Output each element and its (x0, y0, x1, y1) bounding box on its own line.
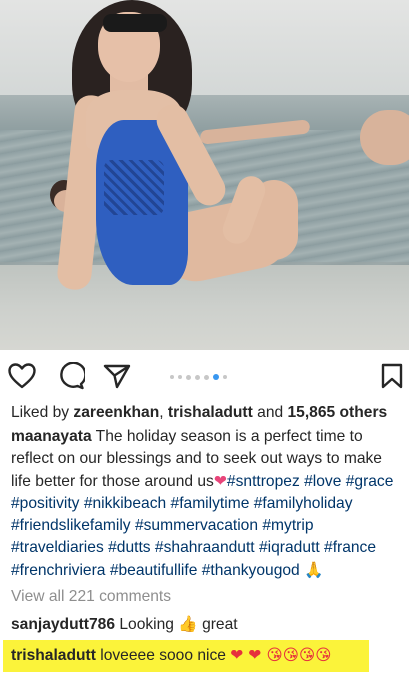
comment-username[interactable]: trishaladutt (11, 647, 96, 664)
carousel-dot (223, 375, 227, 379)
hashtag-link[interactable]: #nikkibeach (84, 495, 166, 512)
hashtag-link[interactable]: #familyholiday (254, 495, 353, 512)
comment-username[interactable]: sanjaydutt786 (11, 616, 115, 633)
hashtag-link[interactable]: #grace (346, 473, 394, 490)
hashtag-link[interactable]: #dutts (108, 539, 150, 556)
carousel-dot (178, 375, 182, 379)
likes-separator: , (159, 404, 168, 421)
post-caption: maanayata The holiday season is a perfec… (11, 426, 403, 582)
carousel-dot-active (213, 374, 219, 380)
hashtag-link[interactable]: #summervacation (135, 517, 258, 534)
liker-username[interactable]: trishaladutt (168, 404, 253, 421)
likes-count[interactable]: 15,865 others (288, 404, 388, 421)
hashtag-link[interactable]: #familytime (171, 495, 250, 512)
liker-username[interactable]: zareenkhan (73, 404, 159, 421)
carousel-dot (204, 374, 209, 380)
likes-line[interactable]: Liked by zareenkhan, trishaladutt and 15… (11, 402, 403, 424)
hashtag-link[interactable]: #beautifullife (110, 562, 198, 579)
hashtag-link[interactable]: #positivity (11, 495, 79, 512)
carousel-indicator (170, 373, 227, 381)
hashtag-link[interactable]: #friendslikefamily (11, 517, 131, 534)
hashtag-link[interactable]: #frenchriviera (11, 562, 105, 579)
post-action-bar (0, 356, 409, 396)
photo-sunglasses (103, 14, 167, 32)
photo-swimsuit-pattern (104, 160, 164, 215)
comment-bubble-icon[interactable] (55, 360, 87, 392)
hashtag-link[interactable]: #traveldiaries (11, 539, 104, 556)
photo-sky (0, 0, 409, 100)
caption-username[interactable]: maanayata (11, 428, 92, 445)
comment-text: loveeee sooo nice (95, 647, 231, 664)
bookmark-icon[interactable] (376, 360, 408, 392)
share-paper-plane-icon[interactable] (101, 360, 133, 392)
comment-text: Looking (115, 616, 179, 633)
hashtag-link[interactable]: #france (324, 539, 376, 556)
hashtag-link[interactable]: #shahraandutt (155, 539, 255, 556)
hashtag-link[interactable]: #snttropez (227, 473, 300, 490)
photo-sea (0, 95, 409, 135)
hashtag-link[interactable]: #mytrip (262, 517, 313, 534)
heart-outline-icon[interactable] (6, 360, 38, 392)
view-all-comments-link[interactable]: View all 221 comments (11, 586, 403, 608)
thumbs-up-emoji: 👍 (178, 615, 198, 633)
hashtag-link[interactable]: #iqradutt (259, 539, 320, 556)
likes-prefix: Liked by (11, 404, 74, 421)
pray-emoji: 🙏 (304, 561, 324, 579)
post-details: Liked by zareenkhan, trishaladutt and 15… (11, 402, 403, 636)
carousel-dot (170, 375, 174, 379)
likes-and: and (252, 404, 288, 421)
hashtag-link[interactable]: #love (304, 473, 341, 490)
comment-row-highlighted: trishaladutt loveeee sooo nice ❤ ❤ 😘😘😘😘 (11, 644, 401, 667)
carousel-dot (195, 374, 200, 380)
carousel-dot (186, 374, 191, 380)
hashtag-link[interactable]: #thankyougod (202, 562, 300, 579)
comment-text: great (197, 616, 238, 633)
heart-emoji: ❤ (213, 472, 227, 490)
photo-background-person (360, 110, 409, 165)
comment-row: sanjaydutt786 Looking 👍 great (11, 613, 403, 636)
comment-emojis: ❤ ❤ 😘😘😘😘 (230, 646, 332, 664)
post-photo[interactable] (0, 0, 409, 350)
